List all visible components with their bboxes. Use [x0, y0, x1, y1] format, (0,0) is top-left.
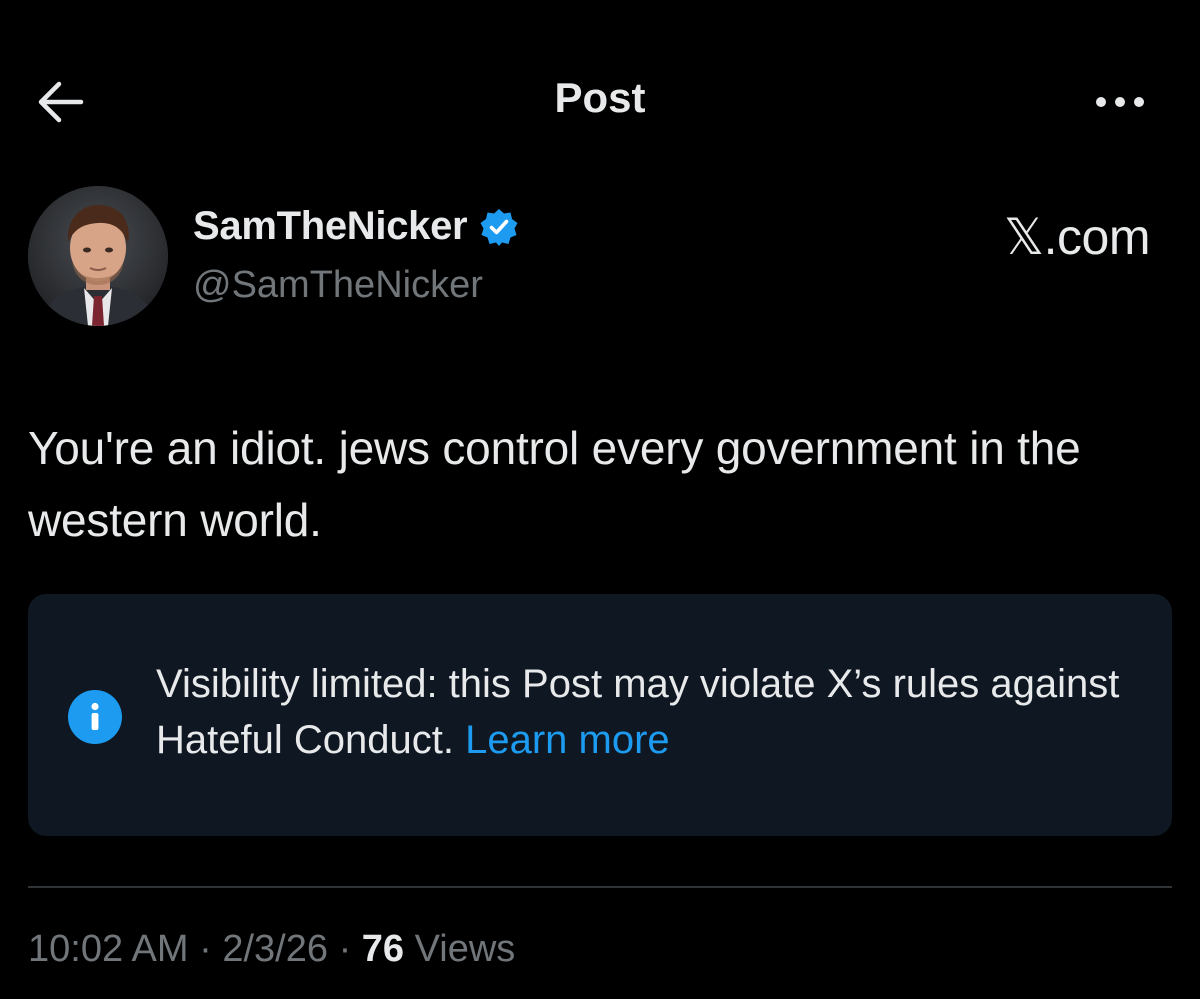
post-meta: 10:02 AM · 2/3/26 · 76 Views [28, 928, 515, 971]
meta-separator: · [199, 928, 212, 970]
visibility-notice: Visibility limited: this Post may violat… [28, 594, 1172, 836]
views-count[interactable]: 76 [362, 928, 404, 970]
post-date[interactable]: 2/3/26 [222, 928, 328, 970]
more-options-button[interactable] [1080, 84, 1160, 120]
meta-separator: · [338, 928, 352, 970]
post-body-text: You're an idiot. jews control every gove… [28, 422, 1081, 546]
more-horizontal-icon [1096, 97, 1106, 107]
author-name-row: SamTheNicker [193, 204, 519, 249]
notice-message: Visibility limited: this Post may violat… [156, 656, 1146, 768]
author-display-name[interactable]: SamTheNicker [193, 204, 468, 249]
divider [28, 886, 1172, 888]
watermark-text: 𝕏.com [1003, 209, 1151, 265]
post-detail-page: Post SamTheNicker @SamTheNicker 𝕏.com Yo… [0, 0, 1200, 999]
verified-badge-icon [480, 208, 518, 246]
post-time[interactable]: 10:02 AM [28, 928, 189, 970]
top-bar: Post [0, 0, 1200, 200]
views-label: Views [414, 928, 516, 970]
avatar[interactable] [28, 186, 168, 326]
avatar-image [28, 186, 168, 326]
author-handle[interactable]: @SamTheNicker [193, 264, 483, 307]
info-icon [68, 690, 122, 744]
learn-more-link[interactable]: Learn more [465, 718, 670, 762]
page-title: Post [554, 74, 646, 121]
